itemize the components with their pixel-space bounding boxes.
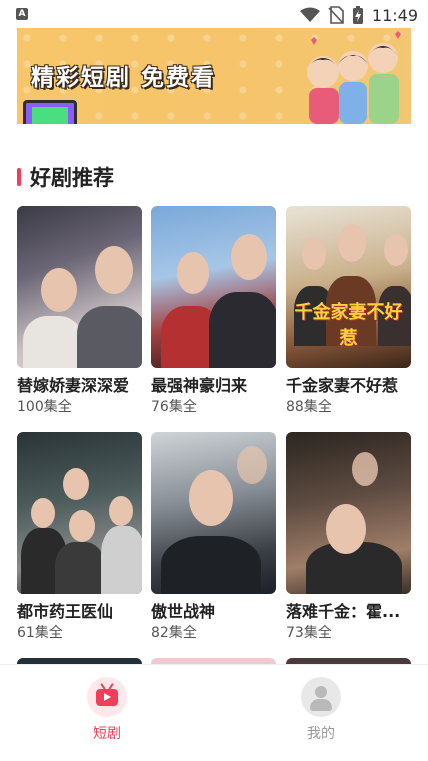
drama-card[interactable]: 最强神豪归来 76集全 xyxy=(151,206,276,416)
drama-poster[interactable] xyxy=(286,432,411,594)
drama-poster[interactable] xyxy=(151,206,276,368)
drama-card[interactable]: 傲世战神 82集全 xyxy=(151,432,276,642)
user-avatar-icon xyxy=(301,677,341,717)
drama-card[interactable]: 替嫁娇妻深深爱 100集全 xyxy=(17,206,142,416)
drama-card[interactable]: 千金家妻不好惹 千金家妻不好惹 88集全 xyxy=(286,206,411,416)
drama-title: 千金家妻不好惹 xyxy=(286,376,399,395)
drama-episodes: 76集全 xyxy=(151,399,197,415)
drama-episodes: 61集全 xyxy=(17,625,63,641)
drama-episodes: 100集全 xyxy=(17,399,72,415)
banner-text: 精彩短剧 免费看 xyxy=(31,65,217,91)
drama-poster[interactable]: 千金家妻不好惹 xyxy=(286,206,411,368)
drama-poster[interactable] xyxy=(17,432,142,594)
poster-title-text: 千金家妻不好惹 xyxy=(294,302,403,349)
drama-title: 最强神豪归来 xyxy=(151,376,248,395)
status-time: 11:49 xyxy=(371,5,418,25)
drama-card[interactable]: 落难千金：霍... 73集全 xyxy=(286,432,411,642)
banner-cartoon-kids-illustration xyxy=(307,31,401,124)
section-header: 好剧推荐 xyxy=(17,164,114,190)
drama-title: 落难千金：霍... xyxy=(286,602,401,621)
no-sim-icon xyxy=(328,6,344,24)
wifi-icon xyxy=(299,7,320,22)
drama-title: 都市药王医仙 xyxy=(17,602,114,621)
tab-dramas[interactable]: 短剧 xyxy=(67,677,147,743)
bottom-tab-bar: 短剧 我的 xyxy=(0,664,428,761)
status-bar: A 11:49 xyxy=(0,0,428,30)
drama-card[interactable]: 都市药王医仙 61集全 xyxy=(17,432,142,642)
drama-poster[interactable] xyxy=(151,432,276,594)
battery-charging-icon xyxy=(352,6,363,24)
tab-dramas-label: 短剧 xyxy=(93,726,121,742)
tv-play-icon xyxy=(87,677,127,717)
section-title: 好剧推荐 xyxy=(30,166,114,190)
tab-me-label: 我的 xyxy=(307,726,335,742)
drama-title: 替嫁娇妻深深爱 xyxy=(17,376,130,395)
app-notification-icon: A xyxy=(16,8,28,20)
section-accent-bar xyxy=(17,168,21,186)
drama-episodes: 88集全 xyxy=(286,399,332,415)
drama-title: 傲世战神 xyxy=(151,602,216,621)
drama-episodes: 82集全 xyxy=(151,625,197,641)
drama-episodes: 73集全 xyxy=(286,625,332,641)
drama-poster[interactable] xyxy=(17,206,142,368)
banner-tv-illustration xyxy=(23,100,77,124)
tab-me[interactable]: 我的 xyxy=(281,677,361,743)
promo-banner[interactable]: 精彩短剧 免费看 xyxy=(17,28,411,124)
